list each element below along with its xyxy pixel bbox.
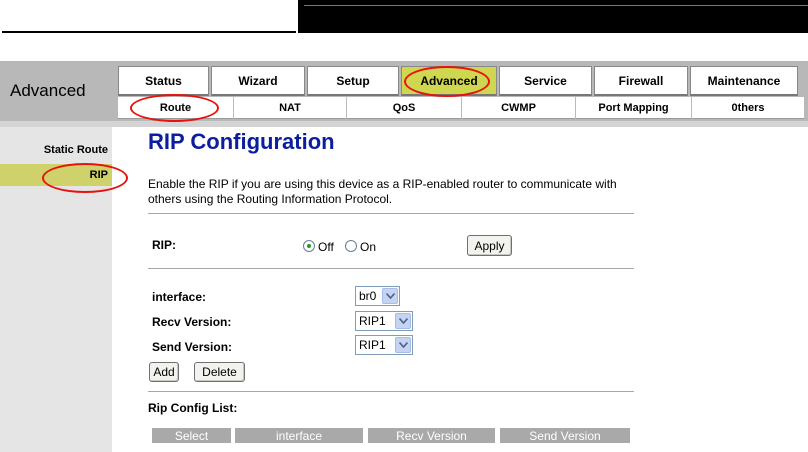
- subtab-nat[interactable]: NAT: [234, 97, 347, 119]
- annotation-circle-advanced: [404, 66, 490, 97]
- apply-button[interactable]: Apply: [467, 235, 512, 256]
- add-button[interactable]: Add: [149, 362, 179, 382]
- interface-label: interface:: [152, 290, 207, 304]
- top-left-rule: [2, 31, 296, 33]
- tab-firewall[interactable]: Firewall: [594, 66, 688, 96]
- rip-on-label: On: [360, 240, 377, 254]
- subtab-others[interactable]: 0thers: [692, 97, 804, 119]
- tab-status[interactable]: Status: [118, 66, 209, 96]
- subtab-cwmp[interactable]: CWMP: [462, 97, 576, 119]
- rip-config-list-title: Rip Config List:: [148, 401, 238, 415]
- send-version-select[interactable]: RIP1: [355, 335, 413, 355]
- column-header-select: Select: [152, 428, 231, 443]
- annotation-circle-route: [130, 94, 219, 122]
- column-header-interface: interface: [235, 428, 363, 443]
- page-title: RIP Configuration: [148, 129, 335, 154]
- tab-maintenance[interactable]: Maintenance: [690, 66, 798, 96]
- section-title: Advanced: [10, 81, 86, 100]
- annotation-circle-rip: [42, 163, 128, 193]
- column-header-send-version: Send Version: [500, 428, 630, 443]
- tab-service[interactable]: Service: [499, 66, 592, 96]
- top-banner-line: [304, 5, 808, 6]
- divider: [148, 213, 634, 214]
- subtab-qos[interactable]: QoS: [347, 97, 462, 119]
- delete-button[interactable]: Delete: [194, 362, 245, 382]
- sub-nav-tabs: Route NAT QoS CWMP Port Mapping 0thers: [118, 97, 804, 119]
- chevron-down-icon: [382, 288, 398, 304]
- send-version-select-value: RIP1: [359, 338, 386, 352]
- rip-label: RIP:: [152, 238, 176, 252]
- rip-off-radio[interactable]: [303, 240, 315, 252]
- tab-setup[interactable]: Setup: [307, 66, 399, 96]
- send-version-label: Send Version:: [152, 340, 233, 354]
- header-band-edge: [0, 121, 808, 127]
- sidebar-item-static-route[interactable]: Static Route: [0, 139, 112, 161]
- tab-wizard[interactable]: Wizard: [211, 66, 305, 96]
- radio-selected-dot: [307, 244, 311, 248]
- recv-version-select-value: RIP1: [359, 314, 386, 328]
- recv-version-select[interactable]: RIP1: [355, 311, 413, 331]
- rip-off-label: Off: [318, 240, 334, 254]
- divider: [148, 268, 634, 269]
- interface-select[interactable]: br0: [355, 286, 400, 306]
- subtab-port-mapping[interactable]: Port Mapping: [576, 97, 692, 119]
- chevron-down-icon: [395, 313, 411, 329]
- page-description: Enable the RIP if you are using this dev…: [148, 177, 617, 206]
- interface-select-value: br0: [359, 289, 377, 303]
- rip-on-radio[interactable]: [345, 240, 357, 252]
- column-header-recv-version: Recv Version: [368, 428, 495, 443]
- chevron-down-icon: [395, 337, 411, 353]
- divider: [148, 391, 634, 392]
- recv-version-label: Recv Version:: [152, 315, 232, 329]
